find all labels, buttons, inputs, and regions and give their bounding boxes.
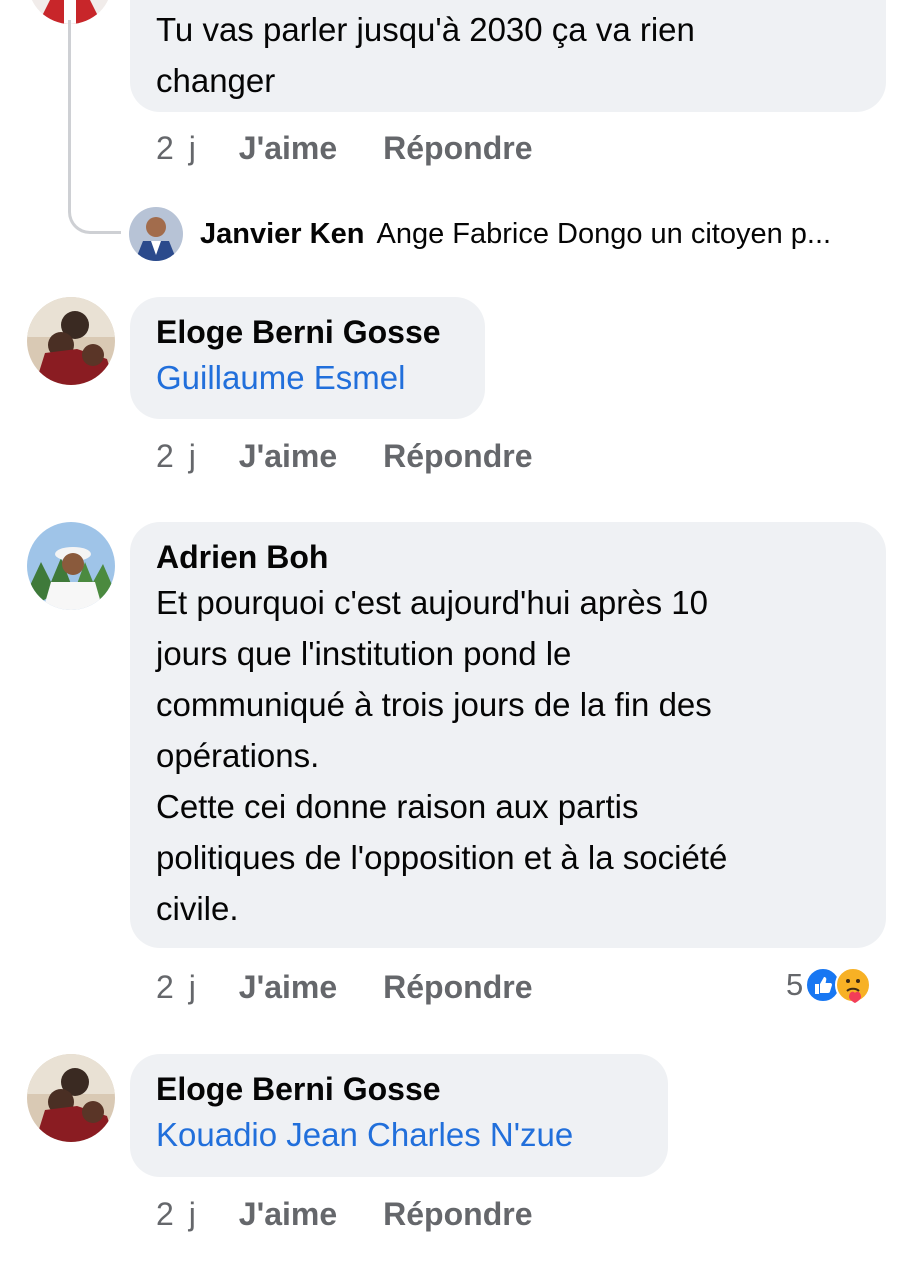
avatar[interactable] <box>27 1054 115 1142</box>
comment-author[interactable]: Eloge Berni Gosse <box>156 312 459 352</box>
comment-time[interactable]: 2 j <box>156 1196 199 1233</box>
comment-actions: 2 j J'aime Répondre <box>156 436 532 476</box>
reply-snippet: Ange Fabrice Dongo un citoyen p... <box>376 218 832 250</box>
avatar[interactable] <box>27 297 115 385</box>
comment-author[interactable]: Adrien Boh <box>156 537 860 577</box>
reactions-summary[interactable]: 5 <box>786 965 872 1005</box>
reply-button[interactable]: Répondre <box>383 130 532 167</box>
comment-bubble: Eloge Berni Gosse Kouadio Jean Charles N… <box>130 1054 668 1177</box>
comment-time[interactable]: 2 j <box>156 969 199 1006</box>
reply-preview[interactable]: Janvier Ken Ange Fabrice Dongo un citoye… <box>200 214 831 254</box>
mention-link[interactable]: Guillaume Esmel <box>156 352 459 403</box>
mention-link[interactable]: Kouadio Jean Charles N'zue <box>156 1109 642 1160</box>
comment-bubble: Adrien Boh Et pourquoi c'est aujourd'hui… <box>130 522 886 948</box>
like-button[interactable]: J'aime <box>239 969 337 1006</box>
thread-connector-line <box>68 20 121 234</box>
reply-avatar-photo <box>129 207 183 261</box>
comment-actions: 2 j J'aime Répondre <box>156 1194 532 1234</box>
comment-bubble: Tu vas parler jusqu'à 2030 ça va rien ch… <box>130 0 886 112</box>
comment-bubble: Eloge Berni Gosse Guillaume Esmel <box>130 297 485 419</box>
comment-actions: 2 j J'aime Répondre <box>156 128 532 168</box>
comment-time[interactable]: 2 j <box>156 438 199 475</box>
avatar-photo <box>27 1054 115 1142</box>
avatar[interactable] <box>27 522 115 610</box>
avatar-photo <box>27 522 115 610</box>
comment-author[interactable]: Eloge Berni Gosse <box>156 1069 642 1109</box>
reaction-count: 5 <box>786 967 804 1002</box>
avatar-photo <box>27 297 115 385</box>
reply-button[interactable]: Répondre <box>383 1196 532 1233</box>
care-icon <box>835 967 872 1003</box>
comment-text: Tu vas parler jusqu'à 2030 ça va rien ch… <box>156 11 695 99</box>
comment-time[interactable]: 2 j <box>156 130 199 167</box>
like-button[interactable]: J'aime <box>239 1196 337 1233</box>
comment-actions: 2 j J'aime Répondre <box>156 967 532 1007</box>
comment-text: Et pourquoi c'est aujourd'hui après 10 j… <box>156 584 728 927</box>
reply-avatar[interactable] <box>129 207 183 261</box>
reply-button[interactable]: Répondre <box>383 969 532 1006</box>
like-button[interactable]: J'aime <box>239 438 337 475</box>
reply-button[interactable]: Répondre <box>383 438 532 475</box>
reply-author: Janvier Ken <box>200 218 365 250</box>
like-button[interactable]: J'aime <box>239 130 337 167</box>
